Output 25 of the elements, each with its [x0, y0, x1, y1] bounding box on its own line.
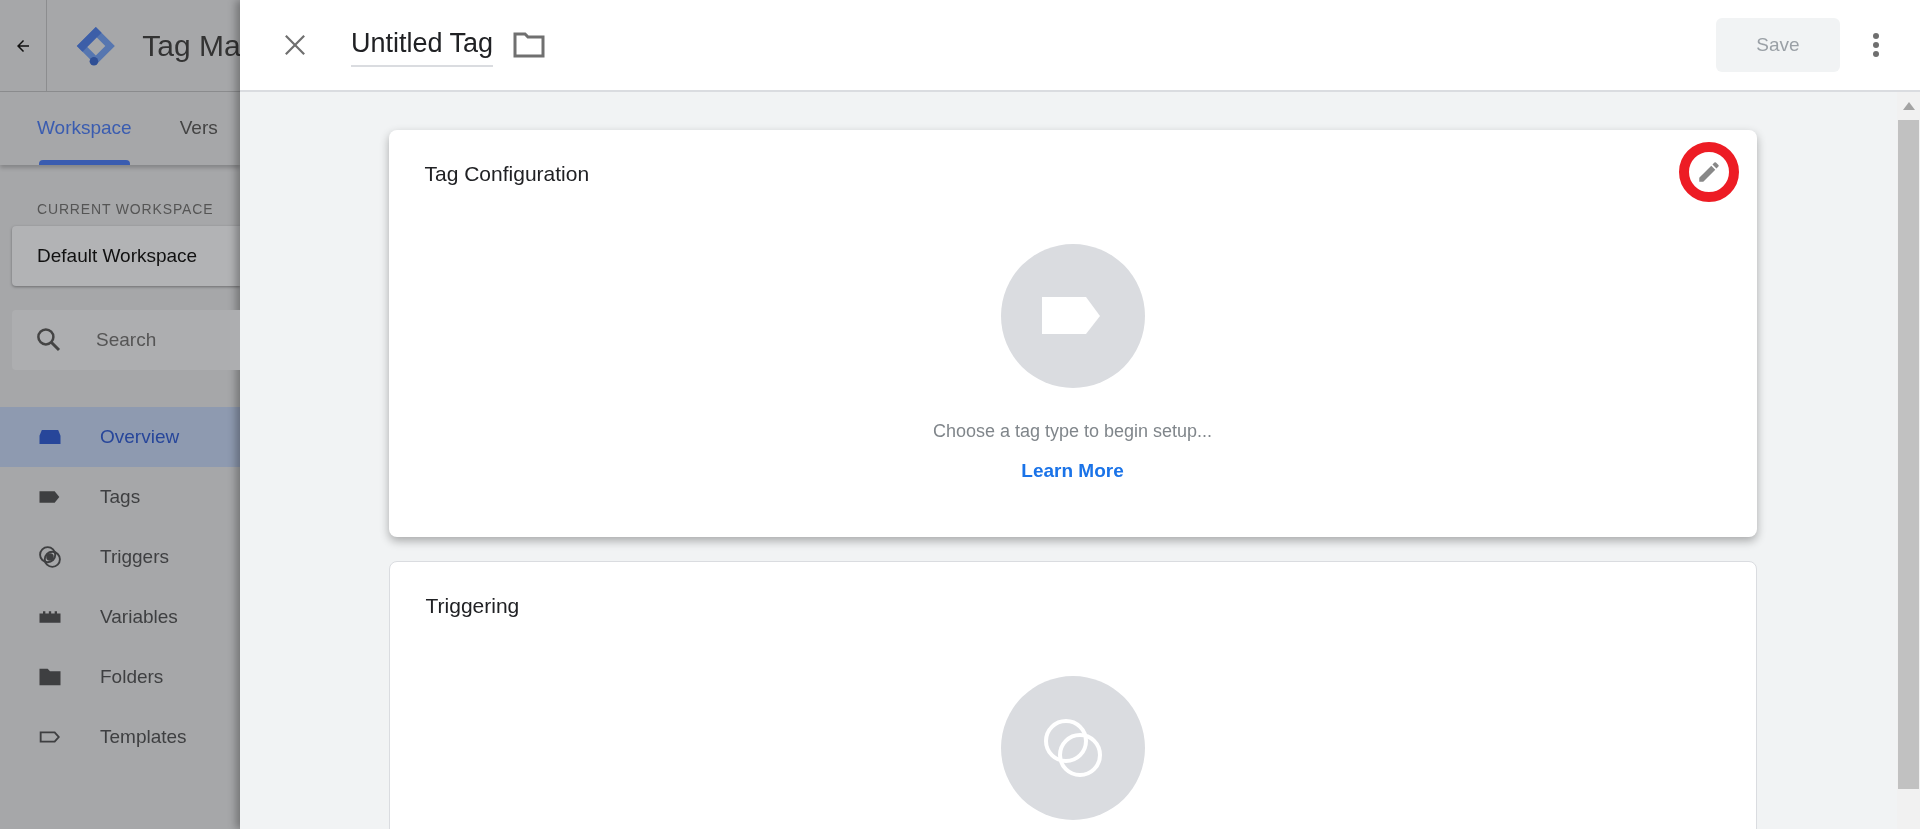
tag-name-field[interactable]: Untitled Tag	[351, 22, 494, 68]
nav-item[interactable]: Templates	[0, 707, 240, 767]
more-options-icon[interactable]	[1872, 32, 1880, 58]
search-field[interactable]: Search	[12, 310, 240, 370]
close-icon[interactable]	[284, 34, 306, 56]
circles-icon	[1000, 675, 1145, 820]
nav-item[interactable]: Tags	[0, 467, 240, 527]
scrollbar[interactable]	[1897, 92, 1920, 829]
card-title: Tag Configuration	[424, 161, 590, 187]
nav-item[interactable]: Overview	[0, 407, 240, 467]
tab[interactable]: Vers	[179, 92, 218, 165]
nav-item[interactable]: Triggers	[0, 527, 240, 587]
nav-item[interactable]: Variables	[0, 587, 240, 647]
workspace-heading: CURRENT WORKSPACE	[37, 200, 215, 219]
card-title: Triggering	[425, 593, 520, 619]
scrollbar-thumb[interactable]	[1898, 120, 1919, 789]
circles-icon	[36, 543, 64, 571]
tab[interactable]: Workspace	[37, 92, 132, 165]
nav-item[interactable]: Folders	[0, 647, 240, 707]
workspace-selector[interactable]: Default Workspace	[12, 226, 240, 286]
tag-icon	[1000, 243, 1145, 388]
learn-more-link[interactable]: Learn More	[1021, 456, 1124, 485]
hint-text: Choose a tag type to begin setup...	[932, 419, 1213, 443]
folder-icon[interactable]	[513, 31, 546, 59]
app-title: Tag Ma	[142, 28, 240, 64]
